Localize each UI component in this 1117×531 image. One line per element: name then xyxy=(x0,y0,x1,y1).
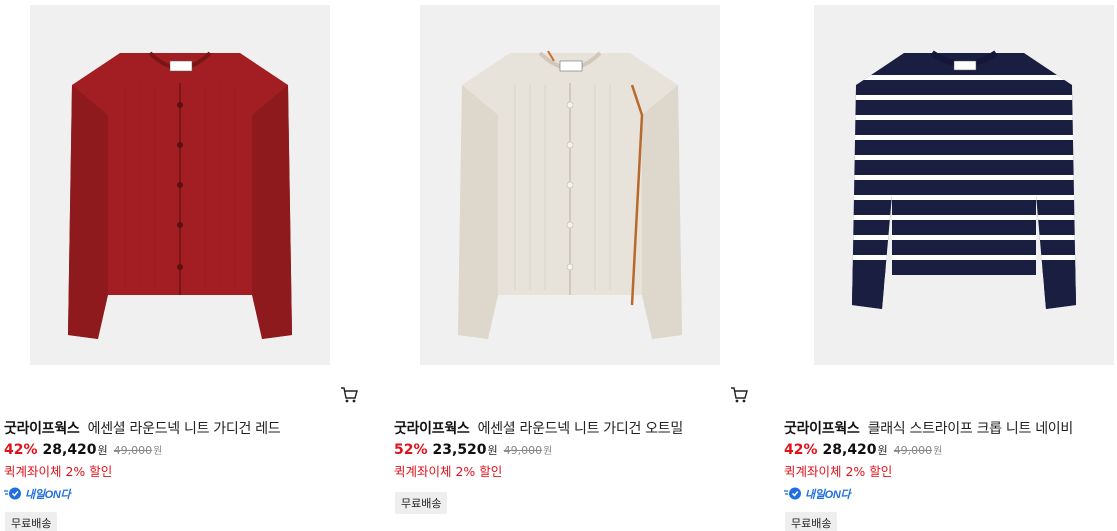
currency-label: 원 xyxy=(487,444,498,457)
currency-label: 원 xyxy=(97,444,108,457)
discount-rate: 42% xyxy=(4,442,38,458)
product-card[interactable]: 굿라이프웍스 클래식 스트라이프 크롭 니트 네이비 42% 28,420원 49,… xyxy=(780,0,1117,531)
delivery-truck-icon xyxy=(4,485,22,504)
product-card[interactable]: 굿라이프웍스 에센셜 라운드넥 니트 가디건 오트밀 52% 23,520원 49,… xyxy=(390,0,748,531)
free-shipping-badge: 무료배송 xyxy=(785,512,838,531)
product-title[interactable]: 굿라이프웍스 에센셜 라운드넥 니트 가디건 레드 xyxy=(4,418,344,438)
product-card[interactable]: 굿라이프웍스 에센셜 라운드넥 니트 가디건 레드 42% 28,420원 49,0… xyxy=(0,0,358,531)
cart-icon[interactable] xyxy=(730,386,748,404)
free-shipping-badge: 무료배송 xyxy=(5,512,58,531)
promo-text: 퀵계좌이체 2% 할인 xyxy=(784,464,893,479)
free-shipping-badge: 무료배송 xyxy=(395,492,448,514)
sale-price: 28,420 xyxy=(822,442,877,458)
sale-price: 28,420 xyxy=(42,442,97,458)
brand-name: 굿라이프웍스 xyxy=(394,421,470,437)
product-name: 에센셜 라운드넥 니트 가디건 레드 xyxy=(87,421,281,437)
product-image[interactable] xyxy=(30,5,330,365)
currency-label: 원 xyxy=(877,444,888,457)
price-row: 52% 23,520원 49,000원 xyxy=(394,442,552,458)
cart-icon[interactable] xyxy=(340,386,358,404)
oatmeal-cardigan-image xyxy=(458,50,682,339)
red-cardigan-image xyxy=(68,51,292,339)
original-currency-label: 원 xyxy=(153,446,163,457)
original-price: 49,000 xyxy=(503,444,543,457)
product-name: 에센셜 라운드넥 니트 가디건 오트밀 xyxy=(477,421,684,437)
original-price: 49,000 xyxy=(893,444,933,457)
product-title[interactable]: 굿라이프웍스 클래식 스트라이프 크롭 니트 네이비 xyxy=(784,418,1117,438)
delivery-tag: 내일ON다 xyxy=(784,485,851,504)
product-image[interactable] xyxy=(814,5,1114,365)
navy-striped-knit-image xyxy=(852,50,1076,309)
price-row: 42% 28,420원 49,000원 xyxy=(784,442,942,458)
promo-text: 퀵계좌이체 2% 할인 xyxy=(4,464,113,479)
promo-text: 퀵계좌이체 2% 할인 xyxy=(394,464,503,479)
product-title[interactable]: 굿라이프웍스 에센셜 라운드넥 니트 가디건 오트밀 xyxy=(394,418,734,438)
original-price: 49,000 xyxy=(113,444,153,457)
price-row: 42% 28,420원 49,000원 xyxy=(4,442,162,458)
delivery-label: 내일ON다 xyxy=(805,489,851,501)
discount-rate: 42% xyxy=(784,442,818,458)
discount-rate: 52% xyxy=(394,442,428,458)
brand-name: 굿라이프웍스 xyxy=(4,421,80,437)
product-grid: 굿라이프웍스 에센셜 라운드넥 니트 가디건 레드 42% 28,420원 49,0… xyxy=(0,0,1117,531)
product-image[interactable] xyxy=(420,5,720,365)
original-currency-label: 원 xyxy=(543,446,553,457)
brand-name: 굿라이프웍스 xyxy=(784,421,860,437)
original-currency-label: 원 xyxy=(933,446,943,457)
product-name: 클래식 스트라이프 크롭 니트 네이비 xyxy=(867,421,1074,437)
sale-price: 23,520 xyxy=(432,442,487,458)
delivery-label: 내일ON다 xyxy=(25,489,71,501)
delivery-tag: 내일ON다 xyxy=(4,485,71,504)
delivery-truck-icon xyxy=(784,485,802,504)
